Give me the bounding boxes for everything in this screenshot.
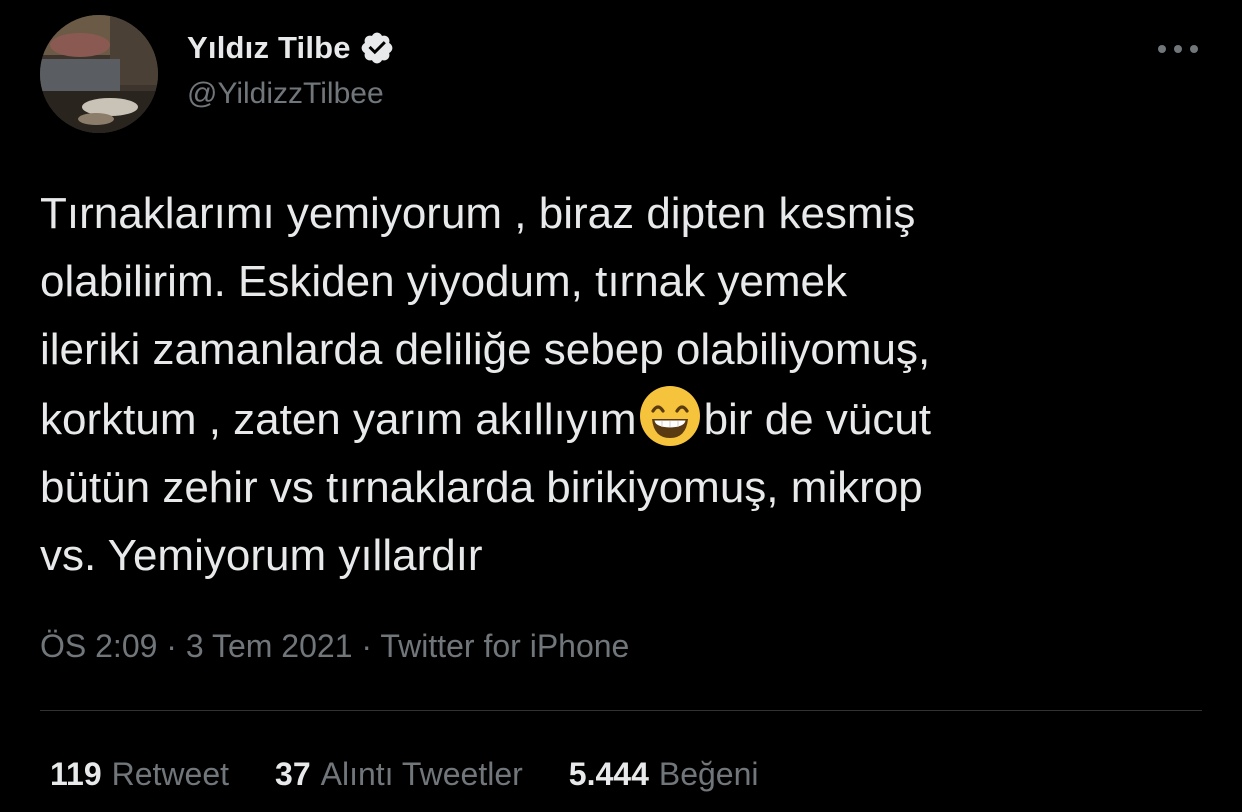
quote-tweets-stat[interactable]: 37 Alıntı Tweetler: [275, 756, 523, 793]
retweets-count: 119: [50, 756, 102, 792]
tweet-line: bütün zehir vs tırnaklarda birikiyomuş, …: [40, 463, 923, 512]
grinning-face-emoji-icon: [638, 384, 702, 448]
likes-count: 5.444: [568, 756, 649, 792]
tweet-line-part: bir de vücut: [703, 395, 932, 444]
tweet-source[interactable]: Twitter for iPhone: [380, 628, 629, 664]
meta-separator: ·: [166, 628, 177, 664]
more-dot: [1158, 45, 1166, 53]
author-info: Yıldız Tilbe @YildizzTilbee: [187, 28, 395, 111]
quote-tweets-label: Alıntı Tweetler: [320, 756, 523, 792]
quote-tweets-count: 37: [275, 756, 311, 792]
verified-badge-icon[interactable]: [359, 30, 395, 66]
likes-label: Beğeni: [658, 756, 759, 792]
engagement-stats: 119 Retweet 37 Alıntı Tweetler 5.444 Beğeni: [50, 756, 759, 793]
tweet-metadata: ÖS 2:09 · 3 Tem 2021 · Twitter for iPhon…: [40, 628, 629, 665]
tweet-detail: Yıldız Tilbe @YildizzTilbee Tırnaklarımı…: [0, 0, 1242, 812]
tweet-date[interactable]: 3 Tem 2021: [186, 628, 353, 664]
tweet-line: vs. Yemiyorum yıllardır: [40, 531, 483, 580]
tweet-line: olabilirim. Eskiden yiyodum, tırnak yeme…: [40, 257, 847, 306]
more-options-icon[interactable]: [1158, 34, 1198, 64]
likes-stat[interactable]: 5.444 Beğeni: [569, 756, 759, 793]
more-dot: [1174, 45, 1182, 53]
avatar-photo: [40, 15, 158, 133]
tweet-line: Tırnaklarımı yemiyorum , biraz dipten ke…: [40, 189, 916, 238]
display-name[interactable]: Yıldız Tilbe: [187, 30, 351, 66]
more-dot: [1190, 45, 1198, 53]
tweet-line-with-emoji: korktum , zaten yarım akıllıyım bir de v…: [40, 384, 1210, 454]
retweets-stat[interactable]: 119 Retweet: [50, 756, 229, 793]
meta-separator: ·: [361, 628, 373, 664]
divider: [40, 710, 1202, 711]
avatar[interactable]: [40, 15, 158, 133]
tweet-line-part: korktum , zaten yarım akıllıyım: [40, 395, 637, 444]
tweet-time[interactable]: ÖS 2:09: [40, 628, 157, 664]
retweets-label: Retweet: [111, 756, 230, 792]
name-row: Yıldız Tilbe: [187, 28, 395, 68]
user-handle[interactable]: @YildizzTilbee: [187, 77, 395, 111]
tweet-line: ileriki zamanlarda deliliğe sebep olabil…: [40, 325, 931, 374]
tweet-text: Tırnaklarımı yemiyorum , biraz dipten ke…: [40, 180, 1210, 590]
